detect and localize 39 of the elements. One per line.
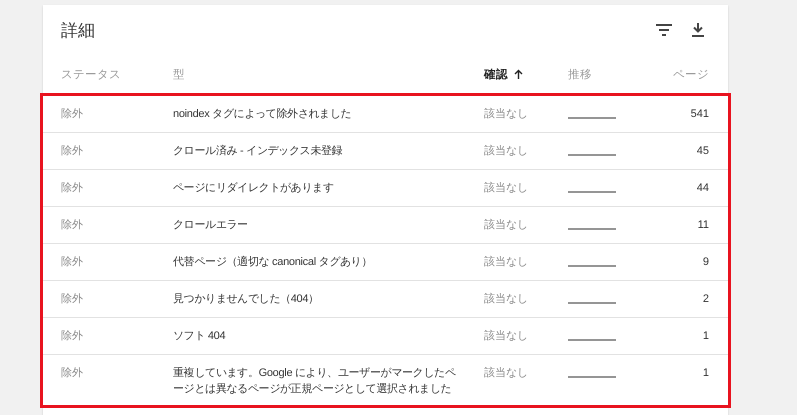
page-count: 541 bbox=[690, 107, 709, 122]
status-cell-text: 除外 bbox=[61, 292, 84, 307]
status-cell-text: 除外 bbox=[61, 181, 84, 196]
card-title: 詳細 bbox=[61, 20, 96, 42]
check-cell-text: 該当なし bbox=[484, 106, 529, 122]
status-cell-text: 除外 bbox=[61, 255, 84, 270]
type-cell-text: クロール済み - インデックス未登録 bbox=[173, 144, 344, 159]
status-cell-text: 除外 bbox=[61, 366, 84, 381]
column-header[interactable]: 型 bbox=[173, 66, 185, 82]
status-cell-text: 除外 bbox=[61, 218, 84, 233]
page-count: 11 bbox=[696, 218, 709, 233]
page-count: 1 bbox=[702, 329, 709, 344]
check-cell-text: 該当なし bbox=[484, 328, 529, 344]
status-cell-text: 除外 bbox=[61, 107, 84, 122]
check-cell-text: 該当なし bbox=[484, 144, 529, 159]
column-header[interactable]: ステータス bbox=[61, 66, 121, 82]
type-cell-text: noindex タグによって除外されました bbox=[173, 107, 352, 122]
type-cell-text: ページにリダイレクトがあります bbox=[173, 181, 335, 196]
type-cell-text: 代替ページ（適切な canonical タグあり） bbox=[173, 254, 374, 270]
page-count: 2 bbox=[702, 292, 709, 307]
column-header[interactable]: 確認 bbox=[484, 66, 508, 82]
page-count: 1 bbox=[702, 366, 709, 381]
check-cell-text: 該当なし bbox=[484, 254, 529, 270]
page-count: 44 bbox=[696, 181, 709, 196]
column-header[interactable]: 推移 bbox=[568, 66, 592, 82]
check-cell-text: 該当なし bbox=[484, 180, 529, 196]
status-cell-text: 除外 bbox=[61, 329, 84, 344]
column-header[interactable]: ページ bbox=[673, 66, 709, 82]
check-cell-text: 該当なし bbox=[484, 366, 529, 381]
type-cell-text: 見つかりませんでした（404） bbox=[173, 292, 320, 307]
type-cell-text: 重複しています。Google により、ユーザーがマークしたページとは異なるページが正規ページとして選択されました bbox=[173, 366, 457, 397]
arrow-up-icon[interactable] bbox=[514, 69, 523, 79]
page-count: 9 bbox=[702, 255, 709, 270]
check-cell-text: 該当なし bbox=[484, 292, 529, 307]
check-cell-text: 該当なし bbox=[484, 218, 529, 233]
type-cell-text: ソフト 404 bbox=[173, 329, 226, 344]
page-count: 45 bbox=[696, 144, 709, 159]
status-cell-text: 除外 bbox=[61, 144, 84, 159]
type-cell-text: クロールエラー bbox=[173, 218, 249, 233]
